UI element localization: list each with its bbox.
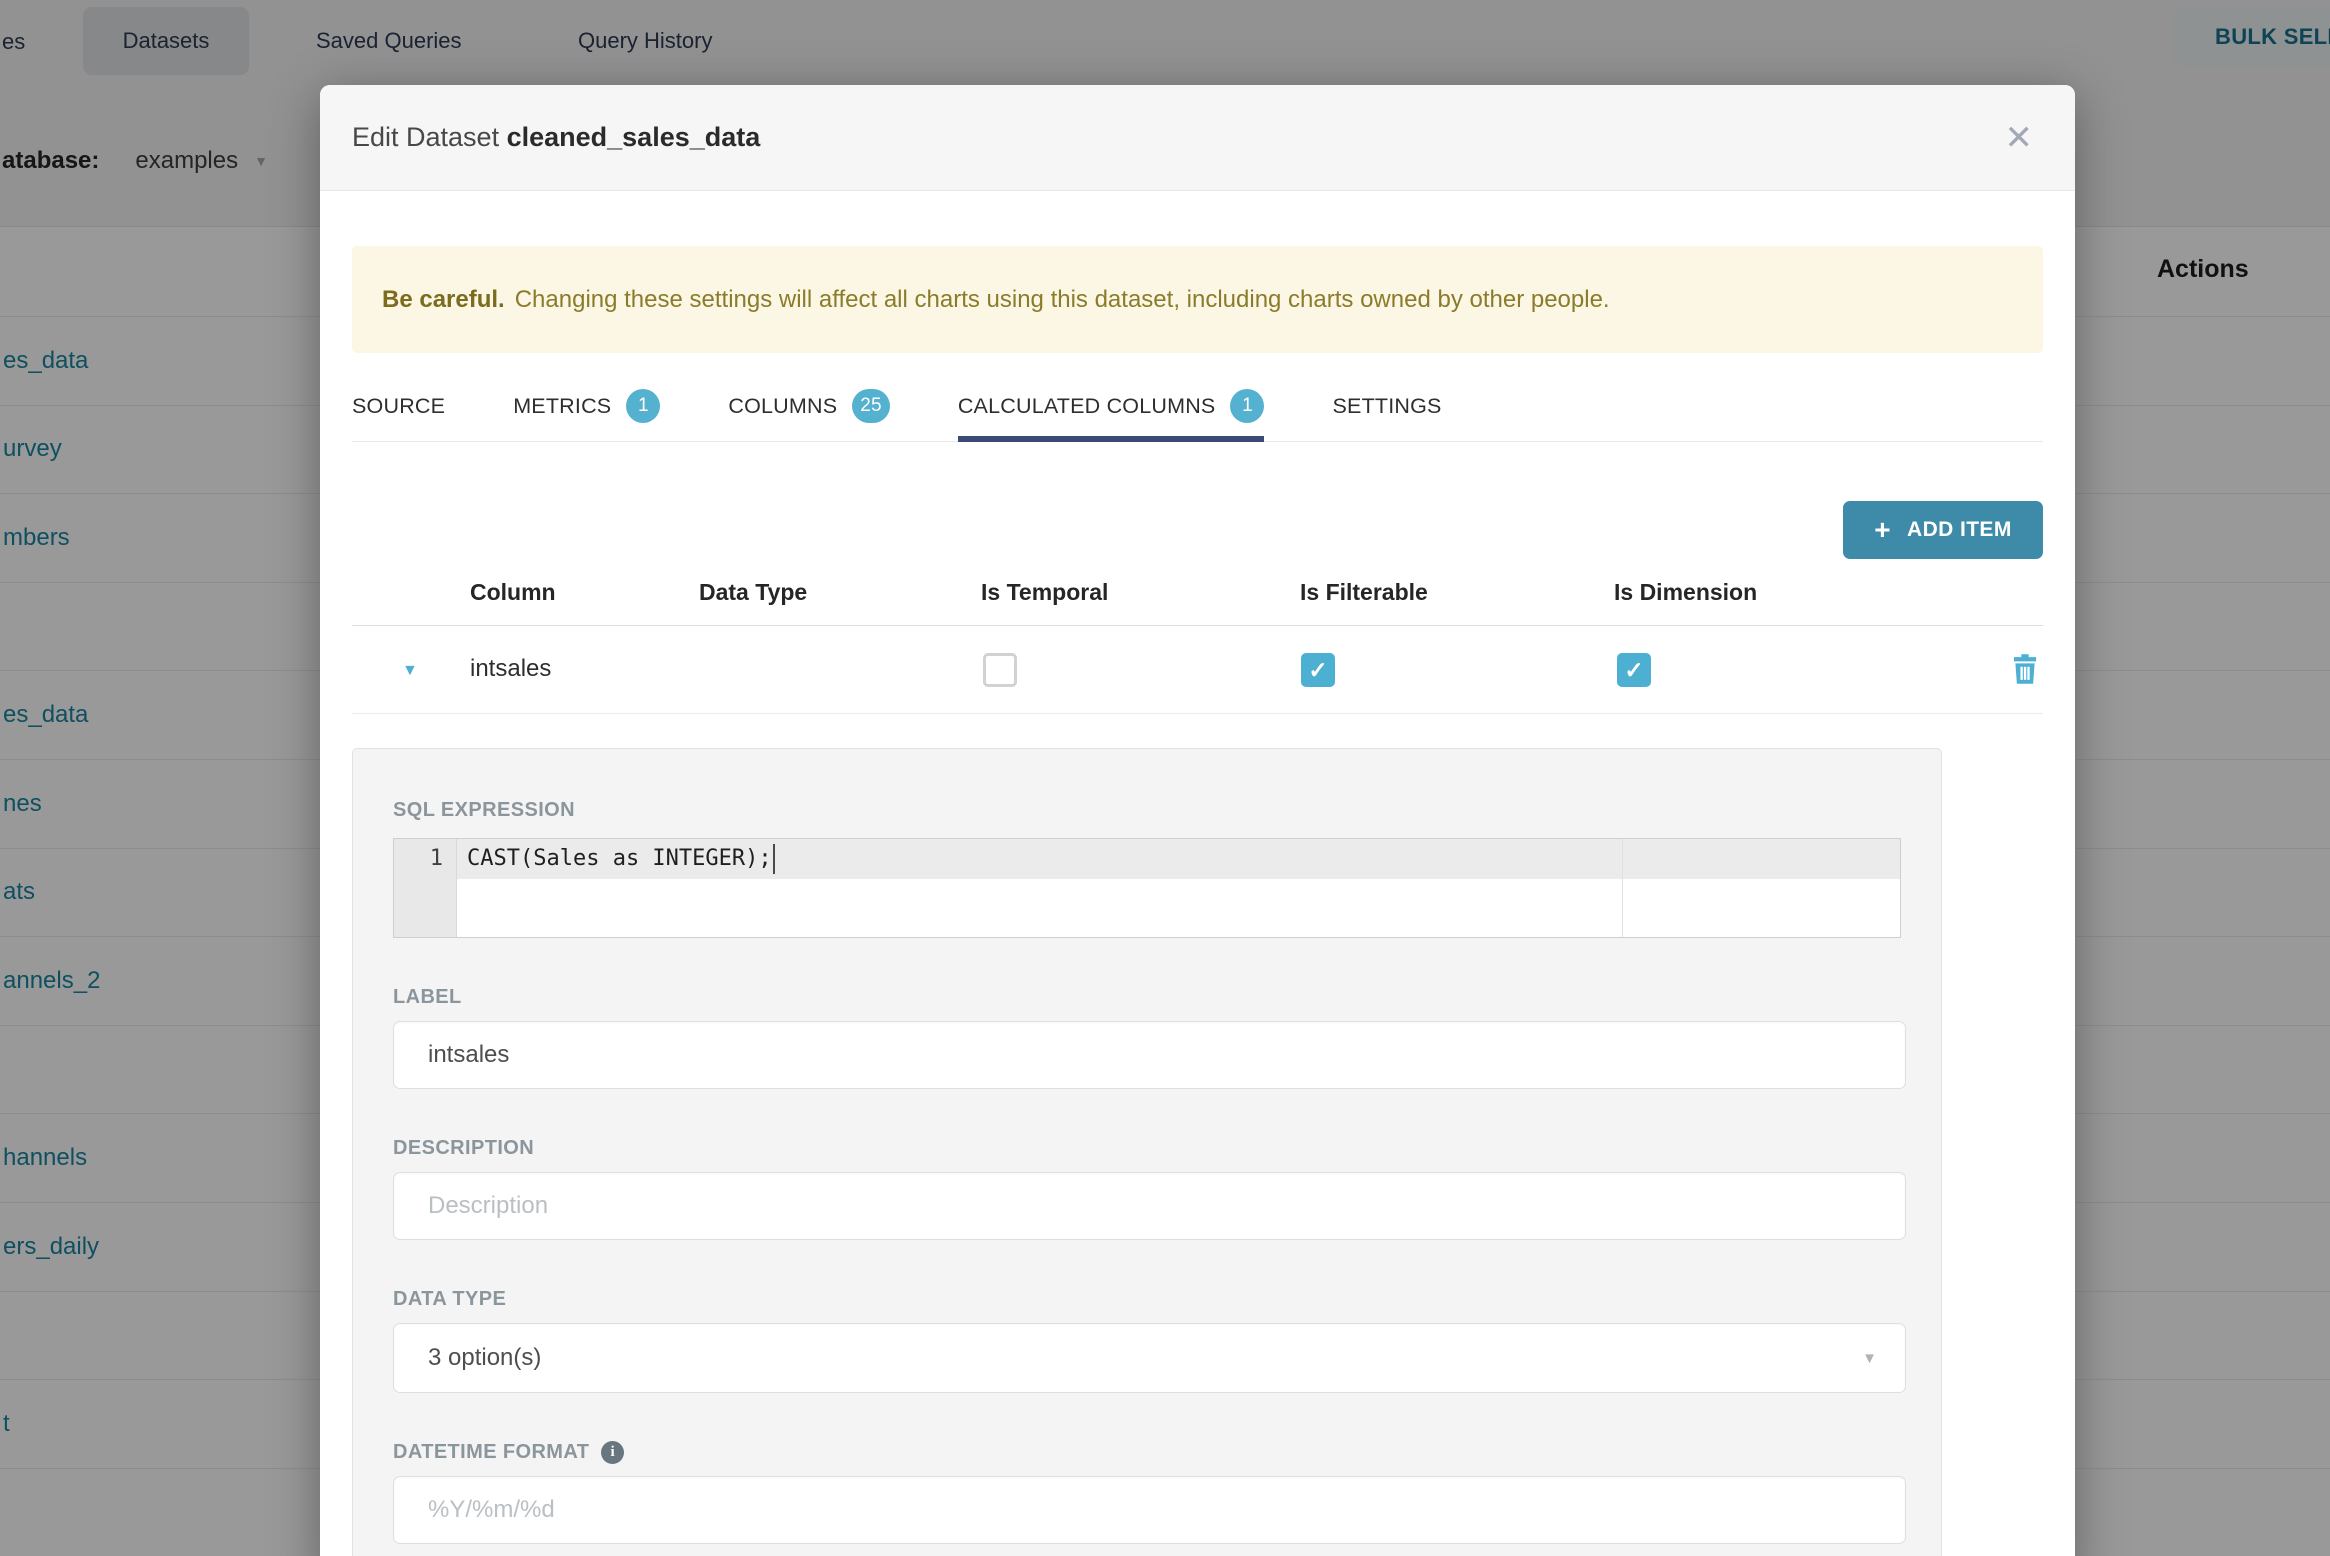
data-type-field-label: DATA TYPE — [393, 1288, 1901, 1311]
line-number: 1 — [429, 846, 443, 871]
is-filterable-checkbox[interactable]: ✓ — [1301, 653, 1335, 687]
app-root: es Datasets Saved Queries Query History … — [0, 0, 2330, 1556]
field-label-text: SQL EXPRESSION — [393, 799, 575, 821]
tab-count-badge: 25 — [852, 389, 890, 423]
column-name: intsales — [470, 655, 552, 682]
tab-count-badge: 1 — [626, 389, 661, 423]
check-icon: ✓ — [1308, 656, 1328, 683]
tab-calculated-columns[interactable]: CALCULATED COLUMNS 1 — [957, 376, 1265, 442]
add-item-button[interactable]: + ADD ITEM — [1843, 501, 2043, 559]
modal-title: Edit Dataset cleaned_sales_data — [352, 122, 760, 153]
modal-header: Edit Dataset cleaned_sales_data ✕ — [320, 85, 2075, 191]
sql-expression-label: SQL EXPRESSION — [393, 799, 1901, 822]
text-cursor — [772, 844, 775, 874]
info-icon[interactable]: i — [601, 1441, 625, 1464]
columns-grid-header: Column Data Type Is Temporal Is Filterab… — [352, 561, 2043, 626]
collapse-caret-icon[interactable]: ▼ — [402, 662, 418, 680]
is-dimension-checkbox[interactable]: ✓ — [1617, 653, 1651, 687]
modal-title-dataset-name: cleaned_sales_data — [506, 122, 761, 152]
field-label-text: DATA TYPE — [393, 1288, 507, 1310]
datetime-format-input[interactable] — [393, 1476, 1906, 1544]
trash-icon[interactable] — [2010, 653, 2040, 690]
header-is-filterable: Is Filterable — [1300, 579, 1428, 605]
tab-label: CALCULATED COLUMNS — [957, 393, 1216, 418]
data-type-select[interactable]: 3 option(s) ▼ — [393, 1323, 1906, 1393]
data-type-value: 3 option(s) — [428, 1344, 542, 1371]
header-column: Column — [470, 579, 556, 605]
tab-label: SOURCE — [352, 393, 446, 418]
tab-columns[interactable]: COLUMNS 25 — [728, 376, 890, 442]
close-icon[interactable]: ✕ — [1995, 117, 2044, 159]
calculated-column-row: ▼ intsales ✓ ✓ — [352, 626, 2043, 714]
sql-code-line: CAST(Sales as INTEGER); — [457, 839, 1900, 879]
tab-label: COLUMNS — [728, 393, 838, 418]
calculated-columns-toolbar: + ADD ITEM — [352, 501, 2043, 561]
plus-icon: + — [1874, 514, 1892, 545]
warning-banner-text: Changing these settings will affect all … — [514, 285, 1610, 313]
datetime-format-field-label: DATETIME FORMAT i — [393, 1441, 1901, 1464]
tab-label: SETTINGS — [1332, 393, 1442, 418]
header-is-dimension: Is Dimension — [1614, 579, 1758, 605]
header-is-temporal: Is Temporal — [981, 579, 1109, 605]
editor-code-area[interactable]: CAST(Sales as INTEGER); — [457, 839, 1900, 937]
tab-count-badge: 1 — [1230, 389, 1265, 423]
is-temporal-checkbox[interactable] — [983, 653, 1017, 687]
field-label-text: DATETIME FORMAT — [393, 1441, 590, 1463]
label-field-label: LABEL — [393, 986, 1901, 1009]
add-item-label: ADD ITEM — [1907, 518, 2012, 541]
modal-tab-bar: SOURCE METRICS 1 COLUMNS 25 CALCULATED C… — [352, 376, 2043, 442]
description-input[interactable] — [393, 1172, 1906, 1240]
warning-banner: Be careful. Changing these settings will… — [352, 246, 2043, 353]
column-detail-panel: SQL EXPRESSION 1 CAST(Sales as INTEGER);… — [352, 748, 1942, 1556]
modal-body: Be careful. Changing these settings will… — [320, 246, 2075, 1556]
edit-dataset-modal: Edit Dataset cleaned_sales_data ✕ Be car… — [320, 85, 2075, 1556]
field-label-text: DESCRIPTION — [393, 1137, 535, 1159]
modal-title-prefix: Edit Dataset — [352, 122, 500, 152]
tab-metrics[interactable]: METRICS 1 — [513, 376, 661, 442]
tab-label: METRICS — [513, 393, 612, 418]
tab-source[interactable]: SOURCE — [352, 376, 445, 442]
sql-expression-editor[interactable]: 1 CAST(Sales as INTEGER); — [393, 838, 1901, 938]
editor-gutter: 1 — [394, 839, 457, 937]
check-icon: ✓ — [1624, 656, 1644, 683]
select-caret-icon: ▼ — [1862, 1349, 1877, 1367]
sql-code-text: CAST(Sales as INTEGER); — [467, 846, 772, 871]
warning-banner-bold: Be careful. — [382, 285, 505, 313]
description-field-label: DESCRIPTION — [393, 1137, 1901, 1160]
label-input[interactable] — [393, 1021, 1906, 1089]
tab-settings[interactable]: SETTINGS — [1332, 376, 1441, 442]
field-label-text: LABEL — [393, 986, 462, 1008]
header-data-type: Data Type — [699, 579, 808, 605]
